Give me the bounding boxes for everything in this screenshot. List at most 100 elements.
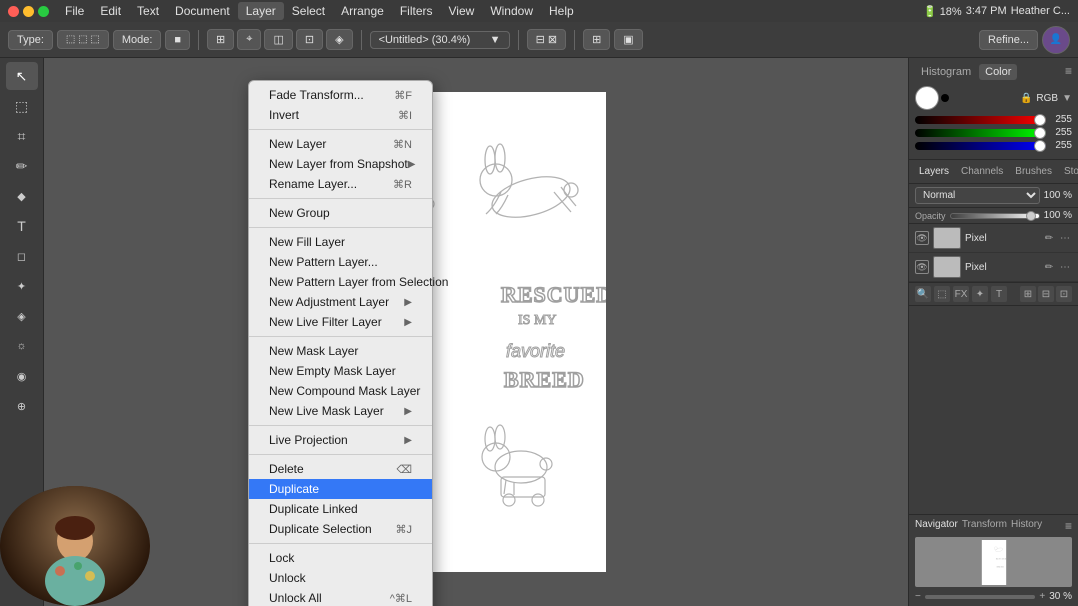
menu-arrange[interactable]: Arrange <box>333 2 392 20</box>
menu-item-live-projection[interactable]: Live Projection ▶ <box>249 430 432 450</box>
user-icon[interactable]: 👤 <box>1042 26 1070 54</box>
layer-more-btn-2[interactable]: ⋯ <box>1058 260 1072 274</box>
tab-layers[interactable]: Layers <box>915 164 953 179</box>
menu-item-new-fill[interactable]: New Fill Layer <box>249 232 432 252</box>
toolbar-icon-4[interactable]: ⊡ <box>296 29 323 50</box>
tab-histogram[interactable]: Histogram <box>915 64 977 80</box>
menu-item-rename-layer[interactable]: Rename Layer... ⌘R <box>249 174 432 194</box>
toolbar-icon-1[interactable]: ⊞ <box>207 29 234 50</box>
menu-file[interactable]: File <box>57 2 92 20</box>
menu-item-unlock-all[interactable]: Unlock All ^⌘L <box>249 588 432 606</box>
tool-vector[interactable]: ✦ <box>6 272 38 300</box>
color-mode-arrow[interactable]: ▼ <box>1062 93 1072 104</box>
tool-crop[interactable]: ⌗ <box>6 122 38 150</box>
tab-channels[interactable]: Channels <box>957 164 1007 179</box>
menu-item-new-layer-snapshot[interactable]: New Layer from Snapshot ▶ <box>249 154 432 174</box>
menu-item-new-live-mask[interactable]: New Live Mask Layer ▶ <box>249 401 432 421</box>
menu-item-invert[interactable]: Invert ⌘I <box>249 105 432 125</box>
tool-blur[interactable]: ◉ <box>6 362 38 390</box>
menu-item-fade-transform[interactable]: Fade Transform... ⌘F <box>249 85 432 105</box>
tool-erase[interactable]: ◈ <box>6 302 38 330</box>
menu-layer[interactable]: Layer <box>238 2 284 20</box>
tab-transform[interactable]: Transform <box>962 519 1007 533</box>
color-b-slider[interactable] <box>915 142 1046 150</box>
tool-fill[interactable]: ◆ <box>6 182 38 210</box>
tab-color[interactable]: Color <box>979 64 1017 80</box>
panel-menu-icon[interactable]: ≡ <box>1065 64 1072 80</box>
menu-item-new-adjustment[interactable]: New Adjustment Layer ▶ <box>249 292 432 312</box>
color-swatch-white[interactable] <box>915 86 939 110</box>
menu-item-duplicate-linked[interactable]: Duplicate Linked <box>249 499 432 519</box>
tab-history[interactable]: History <box>1011 519 1042 533</box>
tab-brushes[interactable]: Brushes <box>1011 164 1056 179</box>
layer-edit-btn-2[interactable]: ✏ <box>1042 260 1056 274</box>
tool-move[interactable]: ↖ <box>6 62 38 90</box>
tool-text[interactable]: T <box>6 212 38 240</box>
menu-item-new-pattern[interactable]: New Pattern Layer... <box>249 252 432 272</box>
tool-sample[interactable]: ⊕ <box>6 392 38 420</box>
color-g-thumb[interactable] <box>1034 127 1046 139</box>
layer-add-btn[interactable]: 🔍 <box>915 286 931 302</box>
menu-help[interactable]: Help <box>541 2 582 20</box>
toolbar-icon-3[interactable]: ◫ <box>264 29 292 50</box>
menu-item-new-group[interactable]: New Group <box>249 203 432 223</box>
menu-item-new-live-filter[interactable]: New Live Filter Layer ▶ <box>249 312 432 332</box>
zoom-slider[interactable] <box>925 595 1036 599</box>
close-button[interactable] <box>8 6 19 17</box>
canvas-area[interactable]: RESCUED IS MY favorite BREED <box>44 58 908 606</box>
mode-selector[interactable]: ■ <box>165 30 190 50</box>
menu-select[interactable]: Select <box>284 2 333 20</box>
toolbar-monitor-icon[interactable]: ▣ <box>614 29 642 50</box>
menu-edit[interactable]: Edit <box>92 2 129 20</box>
menu-view[interactable]: View <box>441 2 483 20</box>
tab-stock[interactable]: Stock <box>1060 164 1078 179</box>
layer-group-btn[interactable]: ⬚ <box>934 286 950 302</box>
document-title[interactable]: <Untitled> (30.4%) ▼ <box>370 31 510 49</box>
menu-item-new-mask[interactable]: New Mask Layer <box>249 341 432 361</box>
tool-select[interactable]: ⬚ <box>6 92 38 120</box>
blend-mode-select[interactable]: Normal <box>915 187 1040 204</box>
layer-edit-btn-1[interactable]: ✏ <box>1042 231 1056 245</box>
layer-item-2[interactable]: 👁 Pixel ✏ ⋯ <box>909 253 1078 282</box>
opacity-slider[interactable] <box>950 213 1040 219</box>
layer-fx-btn[interactable]: FX <box>953 286 969 302</box>
color-b-thumb[interactable] <box>1034 140 1046 152</box>
refine-button[interactable]: Refine... <box>979 30 1038 50</box>
menu-item-new-pattern-sel[interactable]: New Pattern Layer from Selection <box>249 272 432 292</box>
zoom-minus-icon[interactable]: − <box>915 591 921 602</box>
layer-panel-icon-2[interactable]: ⊟ <box>1038 286 1054 302</box>
toolbar-view-icons[interactable]: ⊟ ⊠ <box>527 29 567 50</box>
layer-panel-icon-1[interactable]: ⊞ <box>1020 286 1036 302</box>
menu-item-new-compound-mask[interactable]: New Compound Mask Layer <box>249 381 432 401</box>
layer-more-btn-1[interactable]: ⋯ <box>1058 231 1072 245</box>
tool-shape[interactable]: ◻ <box>6 242 38 270</box>
layer-item-1[interactable]: 👁 Pixel ✏ ⋯ <box>909 224 1078 253</box>
navigator-menu-icon[interactable]: ≡ <box>1065 519 1072 533</box>
layer-vis-2[interactable]: 👁 <box>915 260 929 274</box>
color-r-thumb[interactable] <box>1034 114 1046 126</box>
tab-navigator[interactable]: Navigator <box>915 519 958 533</box>
color-g-slider[interactable] <box>915 129 1046 137</box>
toolbar-grid-icon[interactable]: ⊞ <box>583 29 610 50</box>
menu-document[interactable]: Document <box>167 2 238 20</box>
layer-vis-1[interactable]: 👁 <box>915 231 929 245</box>
color-r-slider[interactable] <box>915 116 1046 124</box>
type-selector[interactable]: ⬚ ⬚ ⬚ <box>57 30 109 49</box>
menu-filters[interactable]: Filters <box>392 2 441 20</box>
menu-item-duplicate[interactable]: Duplicate <box>249 479 432 499</box>
menu-text[interactable]: Text <box>129 2 167 20</box>
menu-item-lock[interactable]: Lock <box>249 548 432 568</box>
menu-item-duplicate-selection[interactable]: Duplicate Selection ⌘J <box>249 519 432 539</box>
menu-item-new-layer[interactable]: New Layer ⌘N <box>249 134 432 154</box>
zoom-plus-icon[interactable]: + <box>1039 591 1045 602</box>
tool-brush[interactable]: ✏ <box>6 152 38 180</box>
menu-item-new-empty-mask[interactable]: New Empty Mask Layer <box>249 361 432 381</box>
color-swatch-black[interactable] <box>941 94 949 102</box>
menu-window[interactable]: Window <box>482 2 541 20</box>
layer-panel-icon-3[interactable]: ⊡ <box>1056 286 1072 302</box>
menu-item-unlock[interactable]: Unlock <box>249 568 432 588</box>
navigator-thumbnail[interactable]: RESCUED BREED <box>915 537 1072 587</box>
toolbar-icon-2[interactable]: ⌖ <box>237 29 261 50</box>
menu-item-delete[interactable]: Delete ⌫ <box>249 459 432 479</box>
layer-star-btn[interactable]: ✦ <box>972 286 988 302</box>
